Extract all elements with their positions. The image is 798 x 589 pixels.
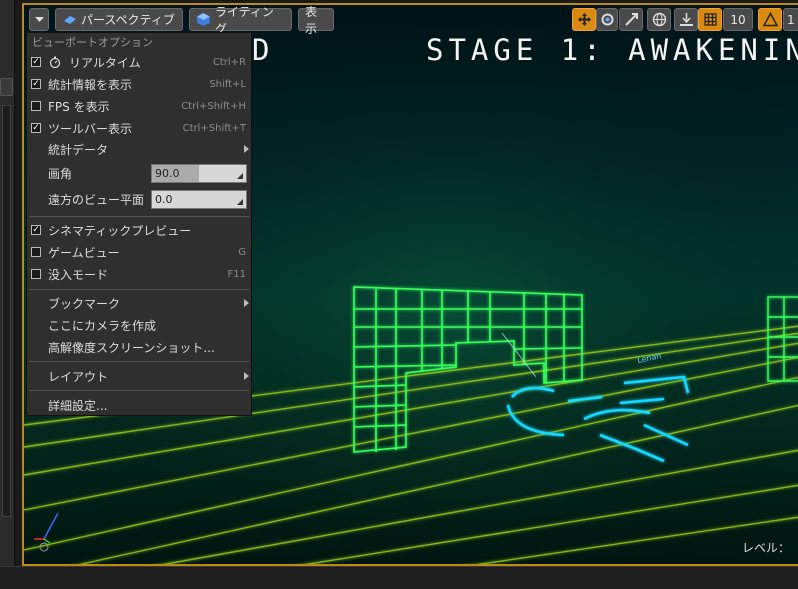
menu-item-game-view[interactable]: ゲームビュー G [27,242,251,262]
level-label: レベル： [741,541,790,555]
side-panel [0,0,15,588]
chevron-down-icon [34,17,44,22]
bookmark-label: ブックマーク [48,296,121,311]
grid-size-value: 10 [730,12,746,27]
menu-item-immersive[interactable]: 没入モード F11 [27,264,251,284]
fps-shortcut: Ctrl+Shift+H [181,100,246,112]
far-plane-spinbox[interactable]: 0.0 [151,189,247,209]
layout-label: レイアウト [48,369,109,384]
stat-data-label: 統計データ [48,142,109,157]
far-plane-value: 0.0 [155,192,173,206]
hires-screenshot-label: 高解像度スクリーンショット... [48,340,215,355]
submenu-arrow-icon [244,145,249,153]
panel-toggle[interactable] [0,78,13,96]
menu-item-cinematic[interactable]: ✓ シネマティックプレビュー [27,220,251,240]
cinematic-checkbox[interactable]: ✓ [31,225,41,235]
stats-checkbox[interactable]: ✓ [31,79,41,89]
show-label: 表示 [305,4,318,36]
menu-item-hires-screenshot[interactable]: 高解像度スクリーンショット... [27,337,251,357]
game-view-shortcut: G [238,246,246,258]
stopwatch-icon [49,56,61,68]
separator [29,216,249,217]
grid-size-dropdown[interactable]: 10 [723,8,753,31]
rotate-tool-button[interactable] [596,8,618,31]
surface-snap-button[interactable] [674,8,698,31]
translate-tool-button[interactable] [572,8,596,31]
lighting-button[interactable]: ライティング [189,5,292,36]
rotation-snap-value: 1 [787,12,795,27]
rotate-icon [601,13,613,26]
scale-tool-button[interactable] [619,8,643,31]
viewport-options-button[interactable] [29,8,49,31]
realtime-shortcut: Ctrl+R [212,56,246,68]
perspective-button[interactable]: パースペクティブ [55,8,183,31]
menu-item-bookmark[interactable]: ブックマーク [27,293,251,313]
grid-snap-toggle[interactable] [698,8,722,31]
globe-icon [652,12,666,27]
menu-item-stat-data[interactable]: 統計データ [27,139,251,159]
stats-label: 統計情報を表示 [48,77,133,92]
grid-icon [703,13,717,26]
submenu-arrow-icon [244,299,249,307]
rotation-snap-dropdown[interactable]: 1 [783,8,798,31]
menu-item-fov: 画角 90.0 [27,162,251,184]
realtime-checkbox[interactable]: ✓ [31,57,41,67]
resize-corner-icon [237,198,243,205]
world-local-button[interactable] [647,8,671,31]
separator [29,361,249,362]
fov-label: 画角 [48,166,73,181]
surface-snap-icon [679,13,693,26]
scale-icon [624,13,638,26]
immersive-label: 没入モード [48,267,109,282]
immersive-checkbox[interactable] [31,269,41,279]
cinematic-label: シネマティックプレビュー [48,223,192,238]
game-view-label: ゲームビュー [48,245,120,260]
resize-corner-icon [237,172,243,179]
show-button[interactable]: 表示 [298,5,334,36]
advanced-settings-label: 詳細設定... [48,398,108,413]
stage-title: STAGE 1: AWAKENIN [426,33,798,67]
stats-shortcut: Shift+L [209,78,246,90]
submenu-arrow-icon [244,372,249,380]
create-camera-label: ここにカメラを作成 [48,318,157,333]
warning-triangle-icon [762,12,778,27]
toolbar-checkbox[interactable]: ✓ [31,123,41,133]
immersive-shortcut: F11 [227,268,246,280]
toolbar-label: ツールバー表示 [48,121,133,136]
rotation-snap-toggle[interactable] [758,8,782,31]
far-plane-label: 遠方のビュー平面 [48,192,145,207]
perspective-label: パースペクティブ [81,13,175,27]
perspective-cube-icon [64,16,76,24]
menu-header: ビューポートオプション [32,36,153,49]
side-scrollbar[interactable] [2,105,11,517]
fov-value: 90.0 [155,166,180,180]
separator [29,390,249,391]
menu-item-advanced-settings[interactable]: 詳細設定... [27,395,251,415]
menu-item-layout[interactable]: レイアウト [27,366,251,386]
separator [29,289,249,290]
menu-item-fps[interactable]: FPS を表示 Ctrl+Shift+H [27,96,251,116]
menu-item-realtime[interactable]: ✓ リアルタイム Ctrl+R [27,52,251,72]
menu-item-stats[interactable]: ✓ 統計情報を表示 Shift+L [27,74,251,94]
realtime-label: リアルタイム [69,55,141,70]
fov-spinbox[interactable]: 90.0 [151,163,247,183]
game-view-checkbox[interactable] [31,247,41,257]
menu-item-toolbar[interactable]: ✓ ツールバー表示 Ctrl+Shift+T [27,118,251,138]
move-arrows-icon [577,13,591,26]
fps-checkbox[interactable] [31,101,41,111]
fps-label: FPS を表示 [48,99,110,114]
menu-item-far-plane: 遠方のビュー平面 0.0 [27,188,251,210]
hud-text-left: D [252,33,270,67]
toolbar-shortcut: Ctrl+Shift+T [182,122,246,134]
viewport-options-menu: ビューポートオプション ✓ リアルタイム Ctrl+R ✓ 統計情報を表示 Sh… [26,32,252,416]
lit-cube-icon [196,13,210,26]
menu-item-create-camera[interactable]: ここにカメラを作成 [27,315,251,335]
bottom-bar [0,566,798,589]
